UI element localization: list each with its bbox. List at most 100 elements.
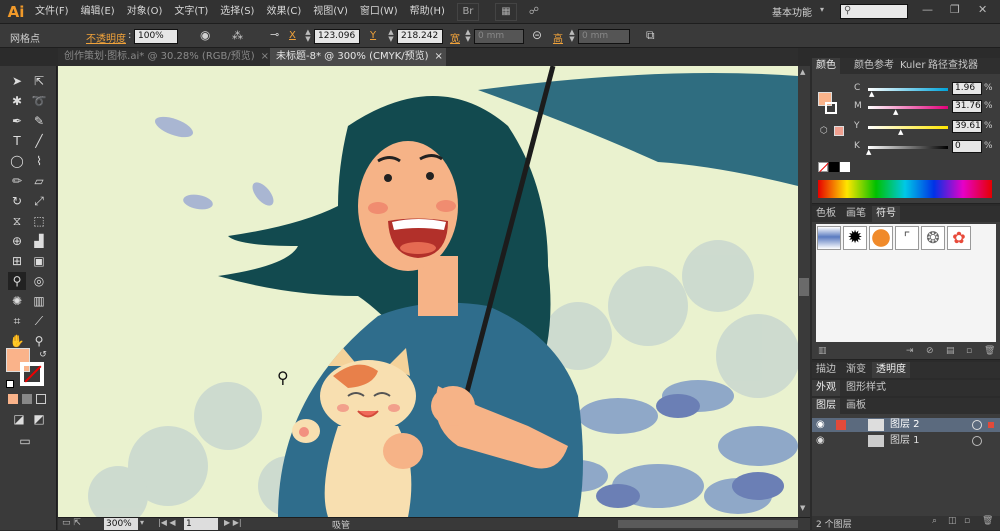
k-field[interactable]: 0 (952, 140, 982, 153)
tab-swatches[interactable]: 色板 (812, 206, 840, 222)
scroll-up-icon[interactable]: ▲ (800, 68, 805, 76)
menu-edit[interactable]: 编辑(E) (75, 0, 121, 24)
color-spectrum[interactable] (818, 180, 992, 198)
x-field[interactable]: 123.096 (314, 29, 360, 44)
line-tool-icon[interactable]: ╱ (30, 132, 48, 150)
tab-brushes[interactable]: 画笔 (842, 206, 870, 222)
tab-document-2[interactable]: 未标题-8* @ 300% (CMYK/预览) × (270, 48, 446, 66)
page-field[interactable]: 1 (184, 518, 218, 530)
break-link-icon[interactable]: ⊘ (926, 346, 934, 356)
anchor-convert-icon[interactable]: ⊸ (270, 28, 279, 41)
type-tool-icon[interactable]: T (8, 132, 26, 150)
free-transform-tool-icon[interactable]: ⬚ (30, 212, 48, 230)
c-slider[interactable] (868, 88, 948, 91)
selection-tool-icon[interactable]: ➤ (8, 72, 26, 90)
menu-view[interactable]: 视图(V) (307, 0, 354, 24)
symbol-sprayer-tool-icon[interactable]: ✺ (8, 292, 26, 310)
color-mode-icon[interactable] (8, 394, 18, 404)
menu-effect[interactable]: 效果(C) (260, 0, 307, 24)
column-graph-tool-icon[interactable]: ▥ (30, 292, 48, 310)
target-icon[interactable] (972, 420, 982, 430)
ellipse-tool-icon[interactable]: ◯ (8, 152, 26, 170)
c-field[interactable]: 1.96 (952, 82, 982, 95)
symbol-banner[interactable] (817, 226, 841, 250)
close-icon[interactable]: ✕ (978, 3, 987, 16)
height-stepper[interactable]: ▲ ▼ (568, 29, 576, 44)
layer-row[interactable]: ◉ 图层 1 (812, 434, 1000, 448)
menu-help[interactable]: 帮助(H) (404, 0, 451, 24)
tab-color[interactable]: 颜色 (812, 58, 840, 74)
search-input[interactable]: ⚲ (840, 4, 908, 19)
m-slider-thumb[interactable]: ▲ (893, 108, 898, 116)
new-symbol-icon[interactable]: ▫ (966, 346, 972, 356)
chevron-down-icon[interactable]: ▾ (140, 518, 144, 527)
out-of-gamut-swatch[interactable] (834, 126, 844, 136)
menu-select[interactable]: 选择(S) (214, 0, 260, 24)
layer-row[interactable]: ◉ 图层 2 (812, 418, 1000, 432)
width-tool-icon[interactable]: ⧖ (8, 212, 26, 230)
eye-icon[interactable]: ◉ (816, 418, 825, 432)
height-field[interactable]: 0 mm (578, 29, 630, 44)
y-slider[interactable] (868, 126, 948, 129)
chevron-down-icon[interactable]: ▾ (820, 5, 824, 14)
tab-layers[interactable]: 图层 (812, 398, 840, 414)
next-artboard-icon[interactable]: ▶ ▶| (224, 518, 242, 527)
rotate-tool-icon[interactable]: ↻ (8, 192, 26, 210)
tab-appearance[interactable]: 外观 (812, 380, 840, 396)
y-field[interactable]: 39.61 (952, 120, 982, 133)
slice-tool-icon[interactable]: ⟋ (30, 312, 48, 330)
scroll-thumb[interactable] (799, 278, 809, 296)
white-swatch[interactable] (840, 162, 850, 172)
symbol-frame[interactable]: ⌜ (895, 226, 919, 250)
locate-object-icon[interactable]: ⌕ (932, 516, 937, 526)
layer-name[interactable]: 图层 2 (890, 418, 920, 432)
opacity-field[interactable]: 100% (134, 29, 178, 44)
tab-symbols[interactable]: 符号 (872, 206, 900, 222)
delete-icon[interactable]: 🗑 (984, 346, 995, 356)
align-icon[interactable]: ⁂ (232, 29, 243, 42)
scroll-down-icon[interactable]: ▼ (800, 504, 805, 512)
black-swatch[interactable] (829, 162, 839, 172)
menu-file[interactable]: 文件(F) (29, 0, 75, 24)
draw-inside-icon[interactable]: ◩ (30, 410, 48, 428)
menu-object[interactable]: 对象(O) (121, 0, 169, 24)
tab-stroke[interactable]: 描边 (812, 362, 840, 378)
delete-icon[interactable]: 🗑 (982, 516, 993, 526)
y-slider-thumb[interactable]: ▲ (898, 128, 903, 136)
none-mode-icon[interactable] (36, 394, 46, 404)
minimize-icon[interactable]: — (922, 3, 933, 16)
c-slider-thumb[interactable]: ▲ (869, 90, 874, 98)
recolor-icon[interactable]: ◉ (200, 28, 210, 42)
blend-tool-icon[interactable]: ◎ (30, 272, 48, 290)
y-field[interactable]: 218.242 (397, 29, 443, 44)
k-slider[interactable] (868, 146, 948, 149)
m-field[interactable]: 31.76 (952, 100, 982, 113)
symbol-splatter[interactable]: ✹ (843, 226, 867, 250)
stroke-swatch[interactable] (20, 362, 44, 386)
gradient-mode-icon[interactable] (22, 394, 32, 404)
target-icon[interactable] (972, 436, 982, 446)
gradient-tool-icon[interactable]: ▣ (30, 252, 48, 270)
arrange-documents-icon[interactable]: ▦ (494, 2, 517, 21)
pen-tool-icon[interactable]: ✒ (8, 112, 26, 130)
pencil-tool-icon[interactable]: ✏ (8, 172, 26, 190)
menu-window[interactable]: 窗口(W) (354, 0, 404, 24)
none-swatch[interactable] (818, 162, 829, 173)
paintbrush-tool-icon[interactable]: ⌇ (30, 152, 48, 170)
eye-icon[interactable]: ◉ (816, 434, 825, 448)
horizontal-scrollbar[interactable] (618, 520, 798, 528)
vertical-scrollbar[interactable]: ▲ ▼ (798, 66, 810, 517)
swap-fill-stroke-icon[interactable]: ↺ (34, 346, 52, 364)
tab-pathfinder[interactable]: 路径查找器 (924, 58, 982, 74)
symbol-flower[interactable]: ✿ (947, 226, 971, 250)
new-layer-icon[interactable]: ▫ (964, 516, 970, 526)
shape-builder-tool-icon[interactable]: ⊕ (8, 232, 26, 250)
place-symbol-icon[interactable]: ⇥ (906, 346, 914, 356)
x-stepper[interactable]: ▲ ▼ (304, 29, 312, 44)
tab-gradient[interactable]: 渐变 (842, 362, 870, 378)
artboard-canvas[interactable]: ⚲ (58, 66, 798, 517)
draw-mode-icon[interactable]: ◪ (10, 410, 28, 428)
gpu-performance-icon[interactable]: ☍ (523, 3, 545, 21)
transform-icon[interactable]: ⧉ (646, 28, 655, 43)
lasso-tool-icon[interactable]: ➰ (30, 92, 48, 110)
